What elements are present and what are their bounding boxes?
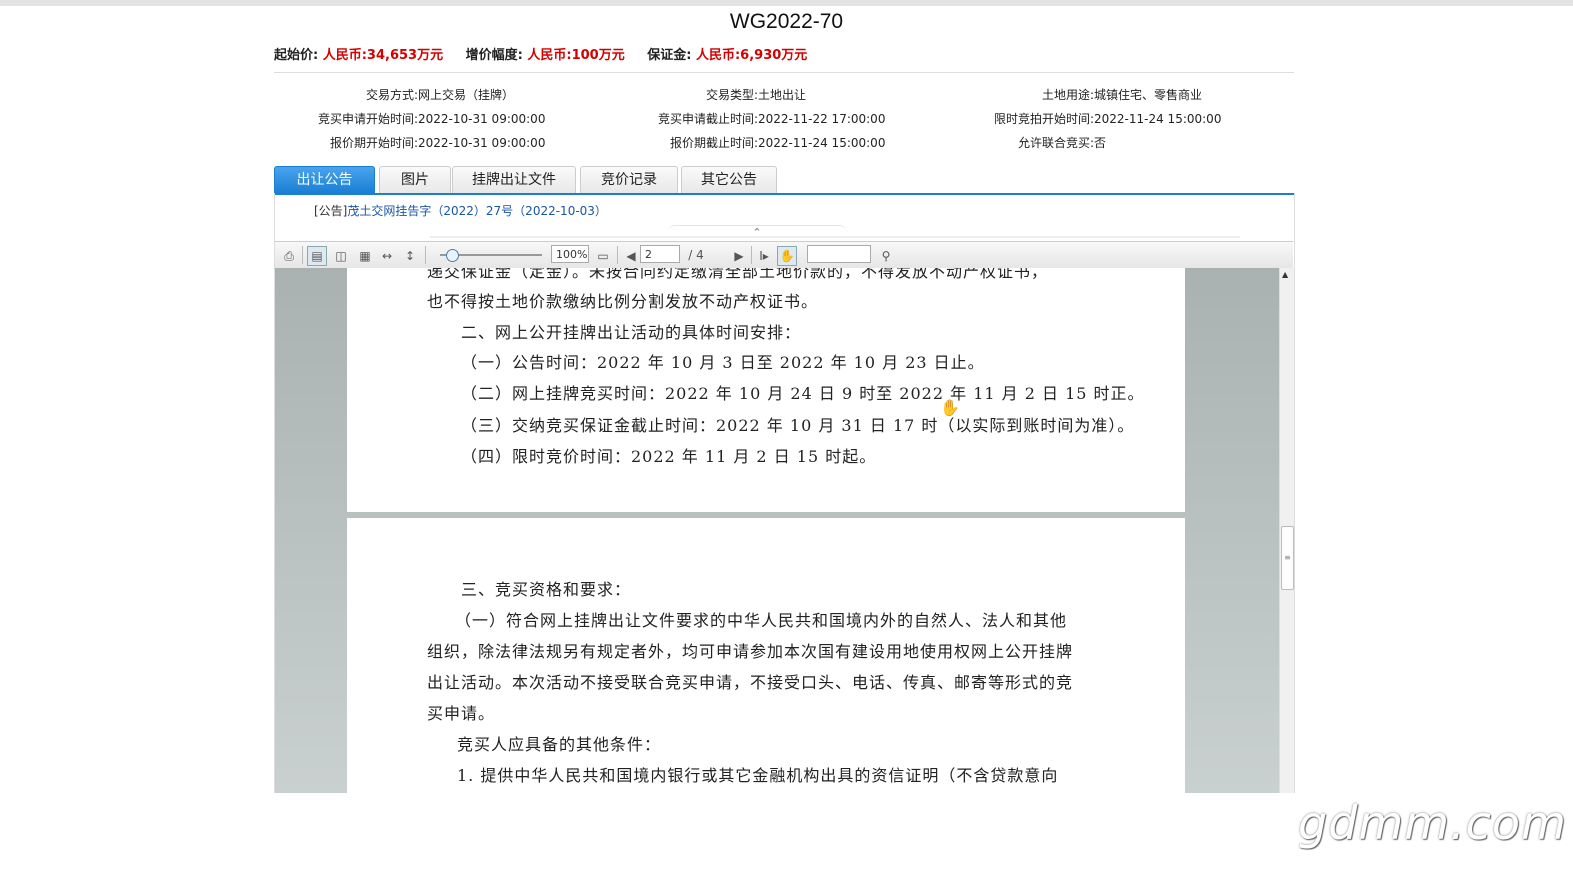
pdf-viewer[interactable]: 递交保证金（定金）。未按合同约定缴清全部土地价款的，不得发放不动产权证书， 也不… bbox=[275, 268, 1279, 793]
top-bar bbox=[0, 0, 1573, 6]
pdf-page-2: 三、竞买资格和要求： （一）符合网上挂牌出让文件要求的中华人民共和国境内外的自然… bbox=[347, 518, 1185, 793]
scrollbar-thumb[interactable]: ≡ bbox=[1281, 526, 1294, 590]
info-column-1: 交易方式:网上交易（挂牌） 竞买申请开始时间:2022-10-31 09:00:… bbox=[290, 83, 546, 155]
info-key: 报价期开始时间: bbox=[329, 136, 418, 150]
price-summary: 起始价: 人民币:34,653万元 增价幅度: 人民币:100万元 保证金: 人… bbox=[274, 44, 825, 63]
tab-listing-documents[interactable]: 挂牌出让文件 bbox=[452, 166, 576, 193]
viewer-scrollbar[interactable]: ▲ ≡ bbox=[1279, 268, 1294, 793]
two-page-icon[interactable]: ◫ bbox=[331, 246, 351, 266]
search-icon[interactable]: ⚲ bbox=[876, 246, 896, 266]
hand-tool-icon[interactable]: ✋ bbox=[777, 246, 797, 266]
doc-line: 买申请。 bbox=[427, 704, 496, 723]
info-value: 否 bbox=[1094, 136, 1107, 150]
info-key: 限时竞拍开始时间: bbox=[993, 112, 1094, 126]
fullscreen-icon[interactable]: ▭ bbox=[593, 246, 613, 266]
doc-line: 1. 提供中华人民共和国境内银行或其它金融机构出具的资信证明（不含贷款意向 bbox=[457, 766, 1059, 785]
info-key: 土地用途: bbox=[1041, 88, 1094, 102]
info-value: 2022-10-31 09:00:00 bbox=[418, 112, 546, 126]
notice-line: [公告]茂土交网挂告字（2022）27号（2022-10-03） bbox=[314, 202, 607, 219]
info-key: 交易类型: bbox=[705, 88, 758, 102]
start-price-label: 起始价: bbox=[274, 48, 319, 63]
notice-link[interactable]: 茂土交网挂告字（2022）27号（2022-10-03） bbox=[347, 204, 607, 218]
fit-width-icon[interactable]: ↔ bbox=[377, 246, 397, 266]
toolbar-separator bbox=[302, 246, 303, 264]
pdf-page-1: 递交保证金（定金）。未按合同约定缴清全部土地价款的，不得发放不动产权证书， 也不… bbox=[347, 268, 1185, 512]
print-icon[interactable]: ⎙ bbox=[279, 246, 299, 266]
info-value: 土地出让 bbox=[758, 88, 807, 102]
notice-prefix: [公告] bbox=[314, 204, 348, 218]
collapse-toggle-icon[interactable]: ⌃ bbox=[667, 225, 847, 239]
zoom-input[interactable]: 100% bbox=[551, 245, 589, 263]
zoom-slider-knob[interactable] bbox=[446, 249, 459, 262]
doc-line: （四）限时竞价时间：2022 年 11 月 2 日 15 时起。 bbox=[461, 447, 877, 466]
page-total: / 4 bbox=[688, 248, 704, 262]
tab-images[interactable]: 图片 bbox=[379, 166, 451, 193]
doc-line: （一）公告时间：2022 年 10 月 3 日至 2022 年 10 月 23 … bbox=[461, 353, 985, 372]
info-key: 竞买申请开始时间: bbox=[317, 112, 418, 126]
info-value: 网上交易（挂牌） bbox=[418, 88, 515, 102]
tab-announcement[interactable]: 出让公告 bbox=[274, 166, 375, 193]
next-page-icon[interactable]: ▶ bbox=[729, 246, 749, 266]
info-key: 竞买申请截止时间: bbox=[657, 112, 758, 126]
info-key: 允许联合竞买: bbox=[1017, 136, 1094, 150]
deposit-label: 保证金: bbox=[647, 48, 692, 63]
doc-line: 组织，除法律法规另有规定者外，均可申请参加本次国有建设用地使用权网上公开挂牌 bbox=[427, 642, 1074, 661]
doc-line: （一）符合网上挂牌出让文件要求的中华人民共和国境内外的自然人、法人和其他 bbox=[455, 611, 1068, 630]
scroll-up-icon[interactable]: ▲ bbox=[1282, 270, 1288, 279]
info-value: 城镇住宅、零售商业 bbox=[1094, 88, 1203, 102]
doc-line: （三）交纳竞买保证金截止时间：2022 年 10 月 31 日 17 时（以实际… bbox=[461, 416, 1135, 435]
info-column-3: 土地用途:城镇住宅、零售商业 限时竞拍开始时间:2022-11-24 15:00… bbox=[966, 83, 1222, 155]
info-key: 报价期截止时间: bbox=[669, 136, 758, 150]
pdf-toolbar: ⎙ ▤ ◫ ▦ ↔ ↕ 100% ▭ ◀ 2 / 4 ▶ I▸ ✋ ⚲ bbox=[275, 241, 1293, 269]
search-input[interactable] bbox=[807, 245, 871, 263]
page-number-input[interactable]: 2 bbox=[640, 245, 680, 263]
thumbnails-icon[interactable]: ▦ bbox=[355, 246, 375, 266]
increment-label: 增价幅度: bbox=[465, 48, 523, 63]
page-title: WG2022-70 bbox=[729, 10, 844, 33]
text-select-icon[interactable]: I▸ bbox=[754, 246, 774, 266]
toolbar-separator bbox=[617, 246, 618, 264]
tab-bid-records[interactable]: 竞价记录 bbox=[580, 166, 678, 193]
site-watermark: gdmm.com bbox=[1298, 796, 1567, 850]
tab-bar: 出让公告 图片 挂牌出让文件 竞价记录 其它公告 bbox=[274, 166, 1294, 195]
prev-page-icon[interactable]: ◀ bbox=[621, 246, 641, 266]
doc-line: 递交保证金（定金）。未按合同约定缴清全部土地价款的，不得发放不动产权证书， bbox=[427, 268, 1049, 281]
info-column-2: 交易类型:土地出让 竞买申请截止时间:2022-11-22 17:00:00 报… bbox=[630, 83, 886, 155]
hand-cursor-icon: ✋ bbox=[940, 398, 960, 417]
doc-line: 三、竞买资格和要求： bbox=[461, 580, 632, 599]
deposit-value: 人民币:6,930万元 bbox=[695, 48, 808, 63]
doc-line: 二、网上公开挂牌出让活动的具体时间安排： bbox=[461, 323, 802, 342]
toolbar-separator bbox=[425, 246, 426, 264]
info-value: 2022-11-24 15:00:00 bbox=[758, 136, 886, 150]
increment-value: 人民币:100万元 bbox=[527, 48, 625, 63]
doc-line: 出让活动。本次活动不接受联合竞买申请，不接受口头、电话、传真、邮寄等形式的竞 bbox=[427, 673, 1074, 692]
doc-line: （二）网上挂牌竞买时间：2022 年 10 月 24 日 9 时至 2022 年… bbox=[461, 384, 1145, 403]
toolbar-separator bbox=[751, 246, 752, 264]
info-value: 2022-11-24 15:00:00 bbox=[1094, 112, 1222, 126]
single-page-icon[interactable]: ▤ bbox=[307, 246, 327, 266]
fit-height-icon[interactable]: ↕ bbox=[400, 246, 420, 266]
tab-other-notices[interactable]: 其它公告 bbox=[681, 166, 777, 193]
doc-line: 竞买人应具备的其他条件： bbox=[457, 735, 662, 754]
info-value: 2022-10-31 09:00:00 bbox=[418, 136, 546, 150]
start-price-value: 人民币:34,653万元 bbox=[322, 48, 444, 63]
info-key: 交易方式: bbox=[365, 88, 418, 102]
divider bbox=[274, 72, 1294, 73]
doc-line: 也不得按土地价款缴纳比例分割发放不动产权证书。 bbox=[427, 292, 819, 311]
info-value: 2022-11-22 17:00:00 bbox=[758, 112, 886, 126]
